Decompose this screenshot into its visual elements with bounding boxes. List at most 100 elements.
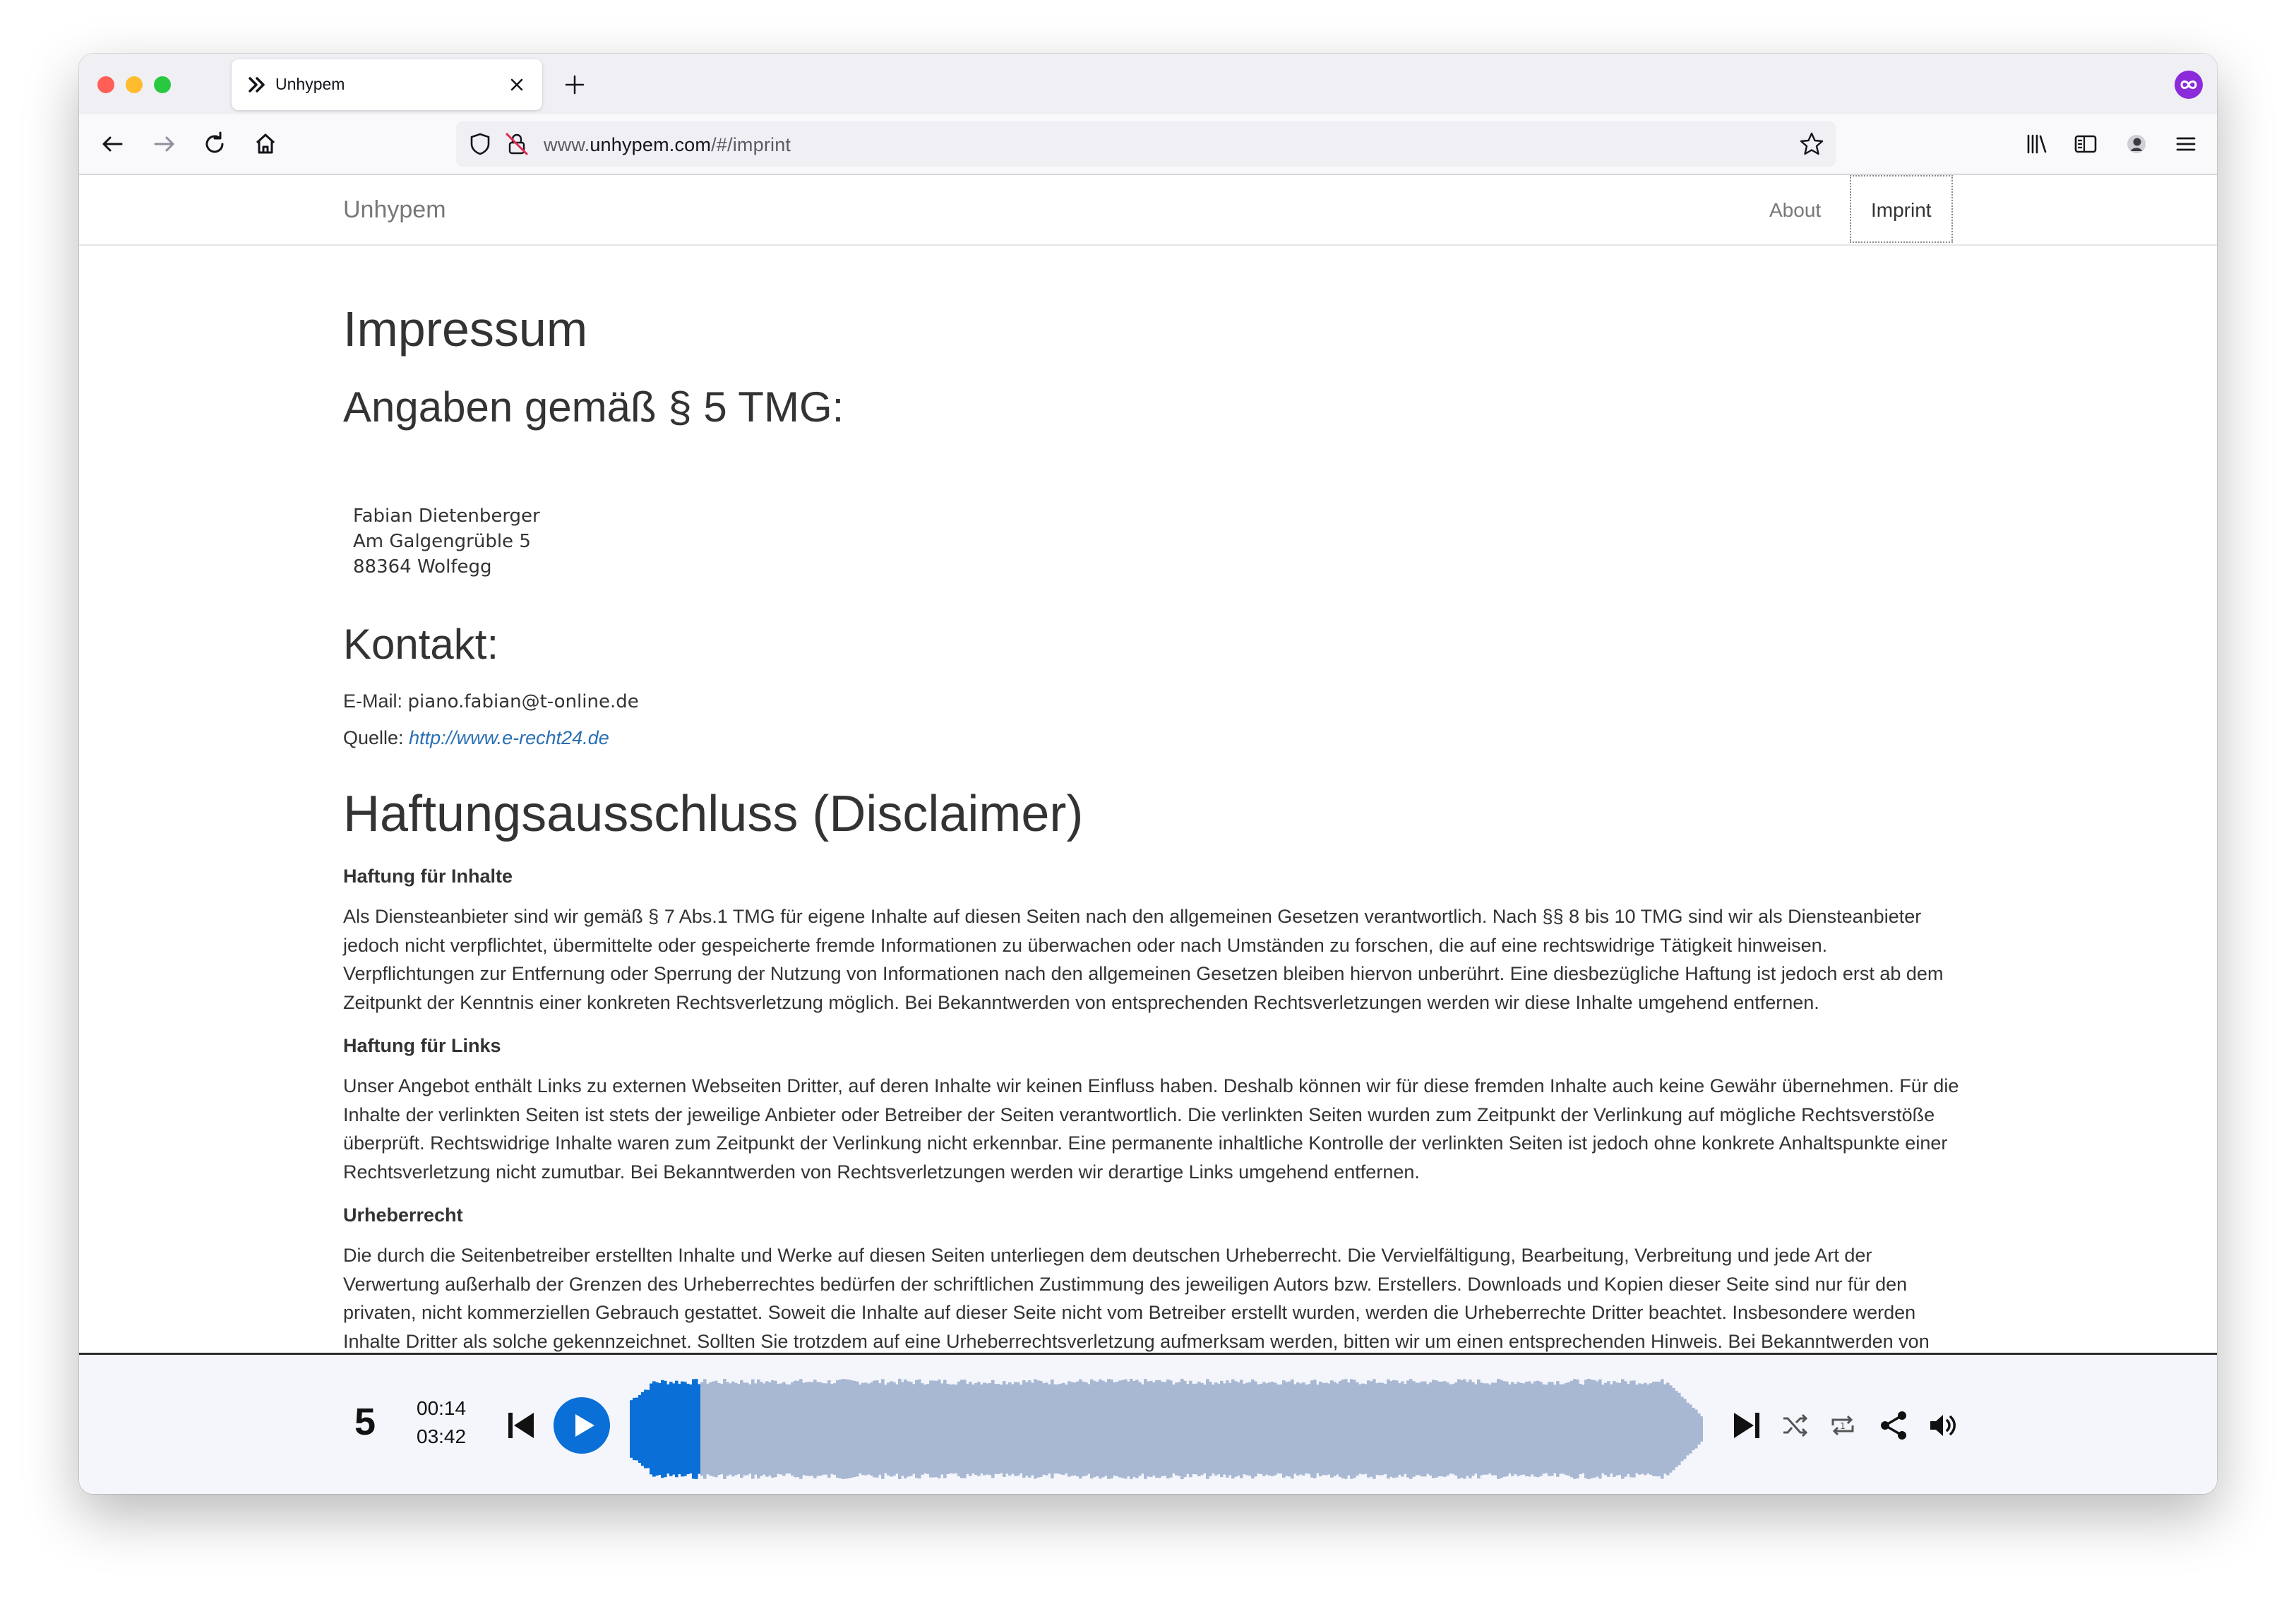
waveform-bar [785,1384,789,1474]
waveform-bar [1039,1380,1043,1478]
waveform-bar [672,1383,676,1475]
waveform-bar [1062,1382,1065,1476]
waveform-bar [746,1382,749,1476]
private-browsing-icon[interactable] [2173,69,2204,100]
waveform-bar [1104,1382,1108,1476]
waveform-bar [1392,1380,1396,1478]
waveform-seekbar[interactable] [630,1372,1703,1486]
nav-imprint-label: Imprint [1871,199,1932,221]
waveform-bar [1110,1379,1113,1479]
page-title: Impressum [343,301,588,357]
svg-text:1: 1 [1840,1421,1846,1431]
waveform-bar [683,1382,687,1476]
waveform-bar [1511,1382,1514,1476]
close-window-button[interactable] [97,76,114,93]
repeat-icon[interactable]: 1 [1827,1410,1858,1441]
account-avatar-icon[interactable] [2119,127,2153,161]
waveform-bar [1336,1383,1339,1475]
waveform-bar [1192,1383,1195,1474]
shuffle-icon[interactable] [1779,1410,1810,1441]
waveform-bar [1649,1383,1653,1475]
home-icon[interactable] [249,127,282,161]
waveform-bar [1528,1381,1531,1477]
skip-back-icon[interactable] [503,1407,539,1444]
waveform-bar [1003,1381,1006,1477]
waveform-bar [901,1382,904,1476]
waveform-bar [757,1379,760,1479]
waveform-bar [1672,1387,1675,1471]
close-tab-icon[interactable] [501,69,532,100]
waveform-bar [1251,1379,1255,1479]
waveform-bar [1005,1384,1009,1474]
waveform-bar [1017,1382,1020,1476]
waveform-bar [1356,1382,1359,1476]
waveform-bar [731,1381,735,1477]
sidebar-icon[interactable] [2069,127,2103,161]
tab-unhypem[interactable]: Unhypem [232,59,542,110]
waveform-bar [938,1380,941,1478]
waveform-bar [1248,1382,1252,1476]
waveform-bar [1217,1383,1221,1475]
waveform-bar [1164,1382,1167,1476]
waveform-bar [1697,1413,1701,1445]
waveform-bar [1226,1380,1229,1478]
bookmark-star-icon[interactable] [1798,130,1826,158]
menu-icon[interactable] [2169,127,2203,161]
waveform-bar [1596,1381,1599,1477]
maximize-window-button[interactable] [154,76,171,93]
waveform-bar [1590,1380,1594,1478]
waveform-bar [1469,1380,1472,1478]
waveform-bar [782,1382,786,1476]
nav-imprint-link[interactable]: Imprint [1850,175,1953,243]
waveform-bar [1683,1399,1687,1459]
waveform-bar [991,1380,995,1478]
waveform-bar [726,1382,729,1476]
nav-about-link[interactable]: About [1769,199,1821,222]
waveform-bar [1138,1382,1142,1476]
waveform-bar [1604,1382,1608,1476]
track-number: 5 [354,1401,376,1443]
email-value: piano.fabian@t-online.de [407,691,639,712]
waveform-bar [904,1379,907,1479]
waveform-bar [1296,1382,1300,1476]
waveform-bar [918,1379,921,1479]
waveform-bar [1401,1381,1404,1477]
legal-info-heading: Angaben gemäß § 5 TMG: [343,383,844,431]
back-icon[interactable] [96,127,130,161]
waveform-bar [1073,1382,1077,1476]
skip-forward-icon[interactable] [1728,1407,1765,1444]
play-icon[interactable] [552,1396,611,1455]
waveform-bar [1022,1380,1026,1478]
address-bar[interactable]: www.unhypem.com/#/imprint [456,121,1836,167]
new-tab-icon[interactable] [559,69,590,100]
minimize-window-button[interactable] [126,76,143,93]
waveform-bar [1384,1384,1387,1474]
waveform-bar [714,1380,718,1478]
library-icon[interactable] [2019,127,2053,161]
waveform-bar [1539,1382,1543,1476]
forward-icon[interactable] [147,127,181,161]
volume-icon[interactable] [1926,1408,1960,1442]
shield-icon[interactable] [466,130,494,158]
section-text: Unser Angebot enthält Links zu externen … [343,1075,1959,1183]
url-text[interactable]: www.unhypem.com/#/imprint [544,134,791,156]
waveform-bar [1262,1382,1266,1476]
reload-icon[interactable] [198,127,232,161]
source-link[interactable]: http://www.e-recht24.de [409,727,609,748]
waveform-bar [957,1381,961,1477]
waveform-bar [1265,1383,1269,1475]
waveform-bar [1358,1384,1362,1474]
waveform-bar [1542,1384,1545,1474]
waveform-bar [1124,1379,1128,1479]
waveform-bar [1118,1380,1122,1478]
waveform-bar [1613,1381,1616,1477]
share-icon[interactable] [1877,1408,1911,1442]
waveform-bar [1480,1382,1483,1476]
waveform-bar [1378,1382,1382,1476]
waveform-bar [678,1384,681,1474]
waveform-bar [638,1394,642,1464]
insecure-lock-icon[interactable] [503,130,531,158]
waveform-bar [890,1381,893,1477]
site-brand[interactable]: Unhypem [343,196,446,224]
waveform-bar [1076,1381,1080,1477]
